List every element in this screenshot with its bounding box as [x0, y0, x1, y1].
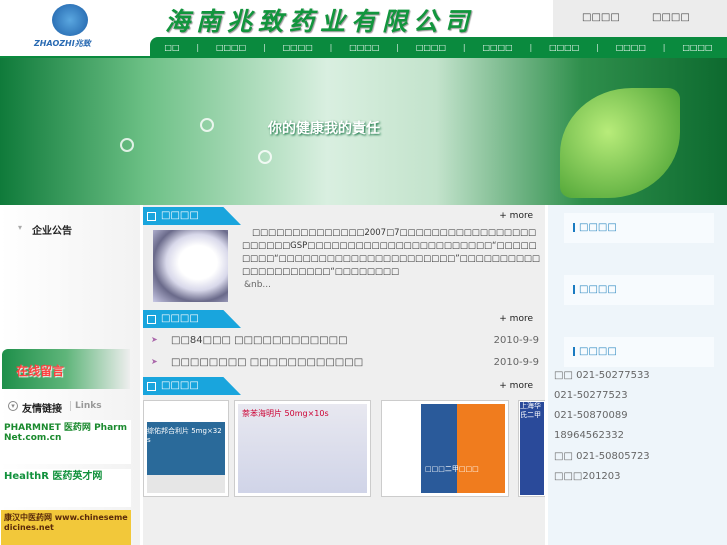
- product-image[interactable]: 萘苯海明片 50mg×10s: [234, 400, 371, 497]
- contact-line: 021-50277523: [554, 390, 628, 401]
- logo-text: ZHAOZHI兆致: [34, 39, 91, 48]
- bullet-icon: ➤: [151, 335, 158, 344]
- more-link[interactable]: + more: [499, 211, 533, 221]
- section-title: □□□□: [161, 380, 199, 391]
- contact-line: 021-50870089: [554, 410, 628, 421]
- link-pharmnet[interactable]: PHARMNET 医药网 PharmNet.com.cn: [1, 420, 131, 464]
- chevron-down-icon: ▾: [8, 401, 18, 411]
- collapse-icon[interactable]: [147, 212, 156, 221]
- collapse-icon[interactable]: [147, 382, 156, 391]
- right-sidebar: □□□□ □□□□ □□□□ □□ 021-50277533 021-50277…: [548, 205, 727, 545]
- contact-line: 18964562332: [554, 430, 624, 441]
- contact-line: □□ 021-50277533: [554, 370, 650, 381]
- notice-title: 企业公告: [32, 226, 72, 237]
- nav-item[interactable]: □□□□: [616, 43, 646, 52]
- leaf-image: [560, 88, 680, 198]
- link-chinesemedicines[interactable]: 康汉中医药网 www.chinesemedicines.net: [1, 510, 131, 545]
- main-nav: □□ | □□□□ | □□□□ | □□□□ | □□□□ | □□□□ | □□□□ | …: [150, 37, 727, 58]
- about-block: □□□□□□□□□□□□□□2007□7□□□□□□□□□□□□□□□□□□□□…: [242, 227, 542, 292]
- top-links: □□□□ □□□□: [553, 0, 727, 37]
- link-healthr[interactable]: HealthR 医药英才网: [1, 469, 131, 507]
- products-section-header: □□□□ + more: [143, 377, 545, 395]
- product-image[interactable]: □□□二甲□□□: [381, 400, 509, 497]
- logo-emblem-icon: [52, 4, 88, 36]
- nav-item[interactable]: □□□□: [416, 43, 446, 52]
- nav-item[interactable]: □□□□: [349, 43, 379, 52]
- nav-item[interactable]: □□: [164, 43, 179, 52]
- about-text: □□□□□□□□□□□□□□2007□7□□□□□□□□□□□□□□□□□□□□…: [242, 228, 540, 277]
- molecule-icon: [120, 138, 134, 152]
- nav-item[interactable]: □□□□: [283, 43, 313, 52]
- company-title: 海南兆致药业有限公司: [165, 7, 476, 36]
- top-link[interactable]: □□□□: [652, 12, 690, 23]
- nav-item[interactable]: □□□□: [682, 43, 712, 52]
- section-title: □□□□: [161, 313, 199, 324]
- more-link[interactable]: + more: [499, 314, 533, 324]
- about-image: [153, 230, 228, 302]
- chevron-down-icon: ▾: [18, 223, 23, 232]
- molecule-icon: [258, 150, 272, 164]
- more-link[interactable]: + more: [499, 381, 533, 391]
- bullet-icon: ➤: [151, 357, 158, 366]
- top-link[interactable]: □□□□: [582, 12, 620, 23]
- news-section-header: □□□□ + more: [143, 310, 545, 328]
- left-sidebar: ▾ 企业公告 在线留言 ▾ 友情链接 Links PHARMNET 医药网 Ph…: [0, 205, 140, 545]
- banner-slogan: 你的健康我的責任: [268, 121, 380, 137]
- logo[interactable]: ZHAOZHI兆致: [0, 0, 157, 58]
- links-title: 友情链接: [22, 404, 62, 415]
- molecule-icon: [200, 118, 214, 132]
- nav-item[interactable]: □□□□: [216, 43, 246, 52]
- nav-item[interactable]: □□□□: [482, 43, 512, 52]
- right-section-header: □□□□: [564, 275, 714, 305]
- product-image[interactable]: 综佑邦合利片 5mg×32s: [143, 400, 229, 497]
- contact-line: □□ 021-50805723: [554, 451, 650, 462]
- online-message-label: 在线留言: [16, 364, 65, 378]
- right-section-header: □□□□: [564, 213, 714, 243]
- section-title: □□□□: [161, 210, 199, 221]
- about-ellipsis[interactable]: &nb...: [244, 279, 542, 292]
- about-section-header: □□□□ + more: [143, 207, 545, 225]
- main-content: □□□□ + more □□□□□□□□□□□□□□2007□7□□□□□□□□…: [143, 205, 545, 545]
- collapse-icon[interactable]: [147, 315, 156, 324]
- nav-item[interactable]: □□□□: [549, 43, 579, 52]
- right-section-header: □□□□: [564, 337, 714, 367]
- product-image[interactable]: 上海华氏二甲: [518, 400, 545, 497]
- links-title-en: Links: [70, 401, 102, 411]
- contact-line: □□□201203: [554, 471, 621, 482]
- online-message-button[interactable]: 在线留言: [2, 349, 130, 389]
